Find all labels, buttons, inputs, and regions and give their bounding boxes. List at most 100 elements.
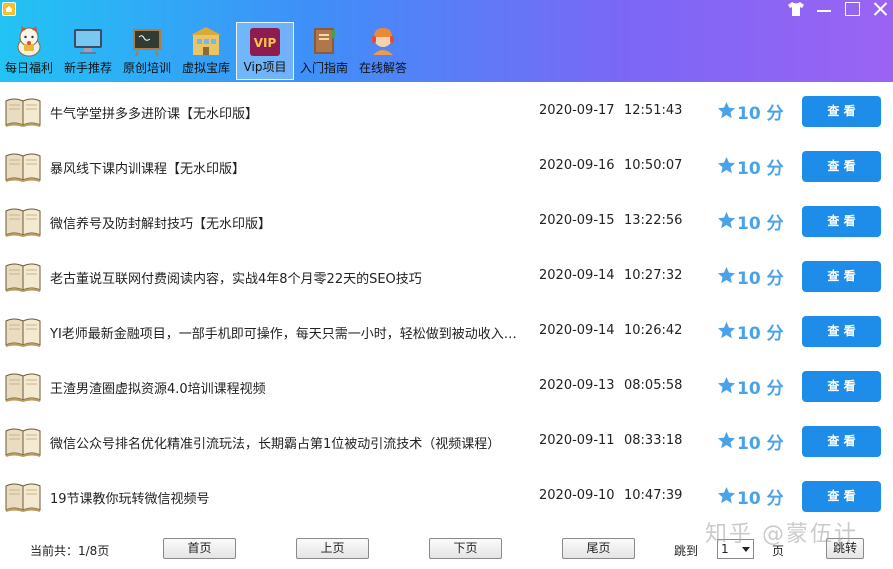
course-title[interactable]: 19节课教你玩转微信视频号 <box>50 488 520 507</box>
next-page-button[interactable]: 下页 <box>429 538 502 559</box>
support-agent-icon <box>372 28 394 55</box>
nav-label: 原创培训 <box>122 61 171 75</box>
vip-icon: VIP <box>250 28 280 56</box>
nav-label: 虚拟宝库 <box>181 61 230 75</box>
last-page-button[interactable]: 尾页 <box>562 538 635 559</box>
nav-item-daily-benefits[interactable]: 每日福利 <box>0 22 58 80</box>
book-icon <box>4 205 42 237</box>
jump-label: 跳到 <box>674 544 699 558</box>
course-score: 10 分 <box>737 214 784 234</box>
skin-icon[interactable] <box>787 1 805 17</box>
vip-badge-text: VIP <box>254 36 277 50</box>
course-date: 2020-09-17 <box>539 103 615 118</box>
course-time: 08:33:18 <box>624 433 683 448</box>
course-title[interactable]: 暴风线下课内训课程【无水印版】 <box>50 158 520 177</box>
course-time: 12:51:43 <box>624 103 683 118</box>
course-title[interactable]: 王渣男渣圈虚拟资源4.0培训课程视频 <box>50 378 520 397</box>
course-date: 2020-09-10 <box>539 488 615 503</box>
course-list: 牛气学堂拼多多进阶课【无水印版】 2020-09-17 12:51:43 10 分查 … <box>0 84 893 524</box>
nav-item-training[interactable]: 原创培训 <box>118 22 176 80</box>
nav-label: 在线解答 <box>358 61 407 75</box>
course-score: 10 分 <box>737 489 784 509</box>
course-time: 10:47:39 <box>624 488 683 503</box>
course-date: 2020-09-11 <box>539 433 615 448</box>
course-score: 10 分 <box>737 104 784 124</box>
course-time: 10:27:32 <box>624 268 683 283</box>
course-title[interactable]: 微信养号及防封解封技巧【无水印版】 <box>50 213 520 232</box>
course-date: 2020-09-13 <box>539 378 615 393</box>
view-button[interactable]: 查 看 <box>802 96 881 127</box>
book-icon <box>4 150 42 182</box>
course-date: 2020-09-15 <box>539 213 615 228</box>
nav-label: 每日福利 <box>4 61 53 75</box>
page-info: 当前共：1/8页 <box>30 544 110 558</box>
monitor-icon <box>74 29 102 54</box>
star-icon <box>717 156 736 175</box>
view-button[interactable]: 查 看 <box>802 151 881 182</box>
star-icon <box>717 431 736 450</box>
book-icon <box>4 315 42 347</box>
course-time: 08:05:58 <box>624 378 683 393</box>
app-home-icon <box>2 2 16 16</box>
window-controls <box>787 0 889 18</box>
view-button[interactable]: 查 看 <box>802 261 881 292</box>
view-button[interactable]: 查 看 <box>802 426 881 457</box>
course-title[interactable]: 老古董说互联网付费阅读内容，实战4年8个月零22天的SEO技巧 <box>50 268 520 287</box>
course-title[interactable]: 微信公众号排名优化精准引流玩法，长期霸占第1位被动引流技术（视频课程） <box>50 433 520 452</box>
course-title[interactable]: YI老师最新金融项目，一部手机即可操作，每天只需一小时，轻松做到被动收入3... <box>50 323 520 342</box>
list-item: 老古董说互联网付费阅读内容，实战4年8个月零22天的SEO技巧 2020-09-1… <box>0 249 893 304</box>
app-window: 每日福利 新手推荐 原创培训 虚拟宝库 VIP Vip项目 入门指南 在线解答 … <box>0 0 893 569</box>
course-score: 10 分 <box>737 159 784 179</box>
star-icon <box>717 376 736 395</box>
course-time: 10:50:07 <box>624 158 683 173</box>
building-icon <box>191 27 221 55</box>
course-score: 10 分 <box>737 434 784 454</box>
book-icon <box>4 370 42 402</box>
watermark: 知乎 @蒙伍计 <box>705 522 858 547</box>
view-button[interactable]: 查 看 <box>802 316 881 347</box>
first-page-button[interactable]: 首页 <box>163 538 236 559</box>
nav-item-online-support[interactable]: 在线解答 <box>354 22 412 80</box>
course-time: 10:26:42 <box>624 323 683 338</box>
list-item: 暴风线下课内训课程【无水印版】 2020-09-16 10:50:07 10 分查 看 <box>0 139 893 194</box>
nav-bar: 每日福利 新手推荐 原创培训 虚拟宝库 VIP Vip项目 入门指南 在线解答 <box>0 22 413 80</box>
nav-item-vip[interactable]: VIP Vip项目 <box>236 22 294 80</box>
course-date: 2020-09-14 <box>539 323 615 338</box>
header-bar: 每日福利 新手推荐 原创培训 虚拟宝库 VIP Vip项目 入门指南 在线解答 <box>0 0 893 82</box>
prev-page-button[interactable]: 上页 <box>296 538 369 559</box>
nav-label: Vip项目 <box>243 60 287 74</box>
nav-label: 新手推荐 <box>63 61 112 75</box>
nav-label: 入门指南 <box>299 61 348 75</box>
course-time: 13:22:56 <box>624 213 683 228</box>
nav-item-guide[interactable]: 入门指南 <box>295 22 353 80</box>
maximize-icon[interactable] <box>843 1 861 17</box>
course-score: 10 分 <box>737 269 784 289</box>
view-button[interactable]: 查 看 <box>802 371 881 402</box>
course-date: 2020-09-14 <box>539 268 615 283</box>
star-icon <box>717 321 736 340</box>
view-button[interactable]: 查 看 <box>802 206 881 237</box>
list-item: 微信公众号排名优化精准引流玩法，长期霸占第1位被动引流技术（视频课程） 2020-… <box>0 414 893 469</box>
minimize-icon[interactable] <box>815 1 833 17</box>
nav-item-beginner[interactable]: 新手推荐 <box>59 22 117 80</box>
guide-book-icon <box>314 28 335 54</box>
close-icon[interactable] <box>871 1 889 17</box>
course-date: 2020-09-16 <box>539 158 615 173</box>
book-icon <box>4 480 42 512</box>
blackboard-icon <box>133 29 161 57</box>
star-icon <box>717 101 736 120</box>
lucky-cat-icon <box>17 26 41 57</box>
course-title[interactable]: 牛气学堂拼多多进阶课【无水印版】 <box>50 103 520 122</box>
list-item: 王渣男渣圈虚拟资源4.0培训课程视频 2020-09-13 08:05:58 10 分… <box>0 359 893 414</box>
list-item: 牛气学堂拼多多进阶课【无水印版】 2020-09-17 12:51:43 10 分查 … <box>0 84 893 139</box>
book-icon <box>4 260 42 292</box>
nav-item-virtual-vault[interactable]: 虚拟宝库 <box>177 22 235 80</box>
star-icon <box>717 486 736 505</box>
star-icon <box>717 211 736 230</box>
book-icon <box>4 425 42 457</box>
star-icon <box>717 266 736 285</box>
course-score: 10 分 <box>737 324 784 344</box>
view-button[interactable]: 查 看 <box>802 481 881 512</box>
list-item: YI老师最新金融项目，一部手机即可操作，每天只需一小时，轻松做到被动收入3...… <box>0 304 893 359</box>
book-icon <box>4 95 42 127</box>
